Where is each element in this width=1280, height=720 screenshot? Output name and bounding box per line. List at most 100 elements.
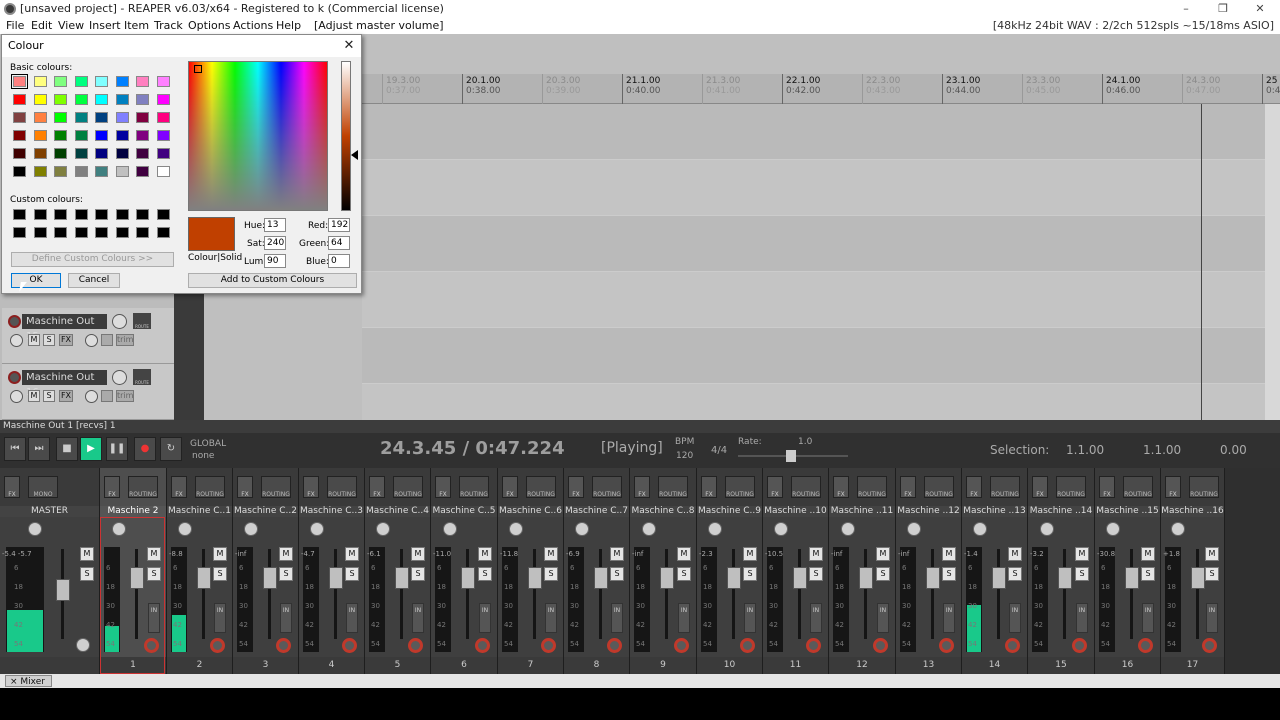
basic-colour-swatch[interactable] <box>156 166 170 177</box>
basic-colour-swatch[interactable] <box>95 94 108 105</box>
basic-colour-swatch[interactable] <box>33 166 47 177</box>
ok-button[interactable]: OK <box>11 273 61 288</box>
routing-button[interactable]: ROUTING <box>1123 476 1153 498</box>
minimize-icon[interactable]: – <box>1168 0 1204 18</box>
strip-name[interactable]: MASTER <box>0 506 99 517</box>
luminance-strip[interactable] <box>341 61 351 211</box>
colour-spectrum[interactable] <box>188 61 328 211</box>
fx-button[interactable]: FX <box>900 476 916 498</box>
routing-button[interactable]: ROUTING <box>327 476 357 498</box>
record-arm-icon[interactable] <box>8 315 21 328</box>
input-button[interactable]: IN <box>1142 603 1154 633</box>
custom-colour-swatch[interactable] <box>136 227 149 238</box>
routing-button[interactable]: ROUTING <box>924 476 954 498</box>
custom-colour-swatch[interactable] <box>136 209 149 220</box>
fx-button[interactable]: FX <box>1032 476 1048 498</box>
record-arm-icon[interactable] <box>8 371 21 384</box>
bpm-value[interactable]: 120 <box>676 451 693 461</box>
routing-button[interactable]: ROUTING <box>393 476 423 498</box>
solo-button[interactable]: S <box>43 390 55 402</box>
ruler-mark[interactable]: 22.3.00 0:43.00 <box>862 74 901 104</box>
volume-fader[interactable] <box>329 567 343 589</box>
strip-name[interactable]: Maschine ..16 <box>1161 506 1224 517</box>
pan-knob[interactable] <box>376 522 390 536</box>
input-button[interactable]: IN <box>744 603 756 633</box>
fx-button[interactable]: FX <box>4 476 20 498</box>
basic-colour-swatch[interactable] <box>54 148 67 159</box>
input-button[interactable]: IN <box>877 603 889 633</box>
fx-button[interactable]: FX <box>369 476 385 498</box>
solo-button[interactable]: S <box>345 567 359 581</box>
solo-button[interactable]: S <box>677 567 691 581</box>
basic-colour-swatch[interactable] <box>54 94 67 105</box>
ruler-mark[interactable]: 24.3.00 0:47.00 <box>1182 74 1221 104</box>
mute-button[interactable]: M <box>677 547 691 561</box>
mute-button[interactable]: M <box>1141 547 1155 561</box>
basic-colour-swatch[interactable] <box>156 94 170 105</box>
basic-colour-swatch[interactable] <box>74 130 88 141</box>
volume-fader[interactable] <box>1058 567 1072 589</box>
menu-adjust-master-volume[interactable]: [Adjust master volume] <box>314 18 444 34</box>
strip-name[interactable]: Maschine ..12 <box>896 506 961 517</box>
basic-colour-swatch[interactable] <box>13 166 26 177</box>
solo-button[interactable]: S <box>1075 567 1089 581</box>
custom-colour-swatch[interactable] <box>74 227 88 238</box>
trim-button[interactable]: trim <box>116 390 134 402</box>
volume-fader[interactable] <box>197 567 211 589</box>
menu-options[interactable]: Options <box>188 18 230 34</box>
selection-end[interactable]: 1.1.00 <box>1143 443 1181 457</box>
routing-button[interactable]: ROUTING <box>1189 476 1219 498</box>
solo-button[interactable]: S <box>544 567 558 581</box>
record-arm-icon[interactable] <box>276 638 291 653</box>
pan-knob[interactable] <box>1171 522 1185 536</box>
blue-field[interactable]: 0 <box>328 254 350 268</box>
pan-knob[interactable] <box>1039 522 1054 536</box>
basic-colour-swatch[interactable] <box>54 166 67 177</box>
strip-name[interactable]: Maschine ..13 <box>962 506 1027 517</box>
mute-button[interactable]: M <box>345 547 359 561</box>
solo-button[interactable]: S <box>809 567 823 581</box>
automation-icon[interactable] <box>101 390 113 402</box>
pan-knob[interactable] <box>575 522 589 536</box>
routing-button[interactable]: ROUTING <box>990 476 1020 498</box>
ruler-mark[interactable]: 25 0:4 <box>1262 74 1280 104</box>
pan-knob[interactable] <box>244 522 258 536</box>
fx-button[interactable]: FX <box>1099 476 1115 498</box>
solo-button[interactable]: S <box>80 567 94 581</box>
input-button[interactable]: IN <box>280 603 292 633</box>
volume-fader[interactable] <box>263 567 277 589</box>
pan-knob[interactable] <box>509 522 523 536</box>
basic-colour-swatch[interactable] <box>136 76 149 87</box>
global-mode[interactable]: none <box>192 451 214 461</box>
strip-name[interactable]: Maschine C..4 <box>365 506 430 517</box>
ruler-mark[interactable]: 20.3.00 0:39.00 <box>542 74 581 104</box>
cancel-button[interactable]: Cancel <box>68 273 120 288</box>
basic-colour-swatch[interactable] <box>74 148 88 159</box>
selection-start[interactable]: 1.1.00 <box>1066 443 1104 457</box>
basic-colour-swatch[interactable] <box>11 74 28 89</box>
record-arm-icon[interactable] <box>1202 638 1217 653</box>
volume-knob[interactable] <box>112 314 127 329</box>
basic-colour-swatch[interactable] <box>33 130 47 141</box>
custom-colour-swatch[interactable] <box>54 209 67 220</box>
mute-button[interactable]: M <box>743 547 757 561</box>
custom-colour-swatch[interactable] <box>54 227 67 238</box>
solo-button[interactable]: S <box>478 567 492 581</box>
routing-button[interactable]: ROUTING <box>658 476 688 498</box>
strip-name[interactable]: Maschine 2 <box>100 506 166 517</box>
fx-button[interactable]: FX <box>237 476 253 498</box>
basic-colour-swatch[interactable] <box>33 76 47 87</box>
basic-colour-swatch[interactable] <box>33 112 47 123</box>
strip-name[interactable]: Maschine C..9 <box>697 506 762 517</box>
basic-colour-swatch[interactable] <box>95 166 108 177</box>
basic-colour-swatch[interactable] <box>13 94 26 105</box>
fx-button[interactable]: FX <box>171 476 187 498</box>
basic-colour-swatch[interactable] <box>95 112 108 123</box>
trim-button[interactable]: trim <box>116 334 134 346</box>
input-button[interactable]: IN <box>214 603 226 633</box>
solo-button[interactable]: S <box>213 567 227 581</box>
basic-colour-swatch[interactable] <box>156 148 170 159</box>
track-lanes[interactable] <box>362 104 1265 440</box>
record-arm-icon[interactable] <box>1138 638 1153 653</box>
routing-button[interactable]: ROUTING <box>592 476 622 498</box>
